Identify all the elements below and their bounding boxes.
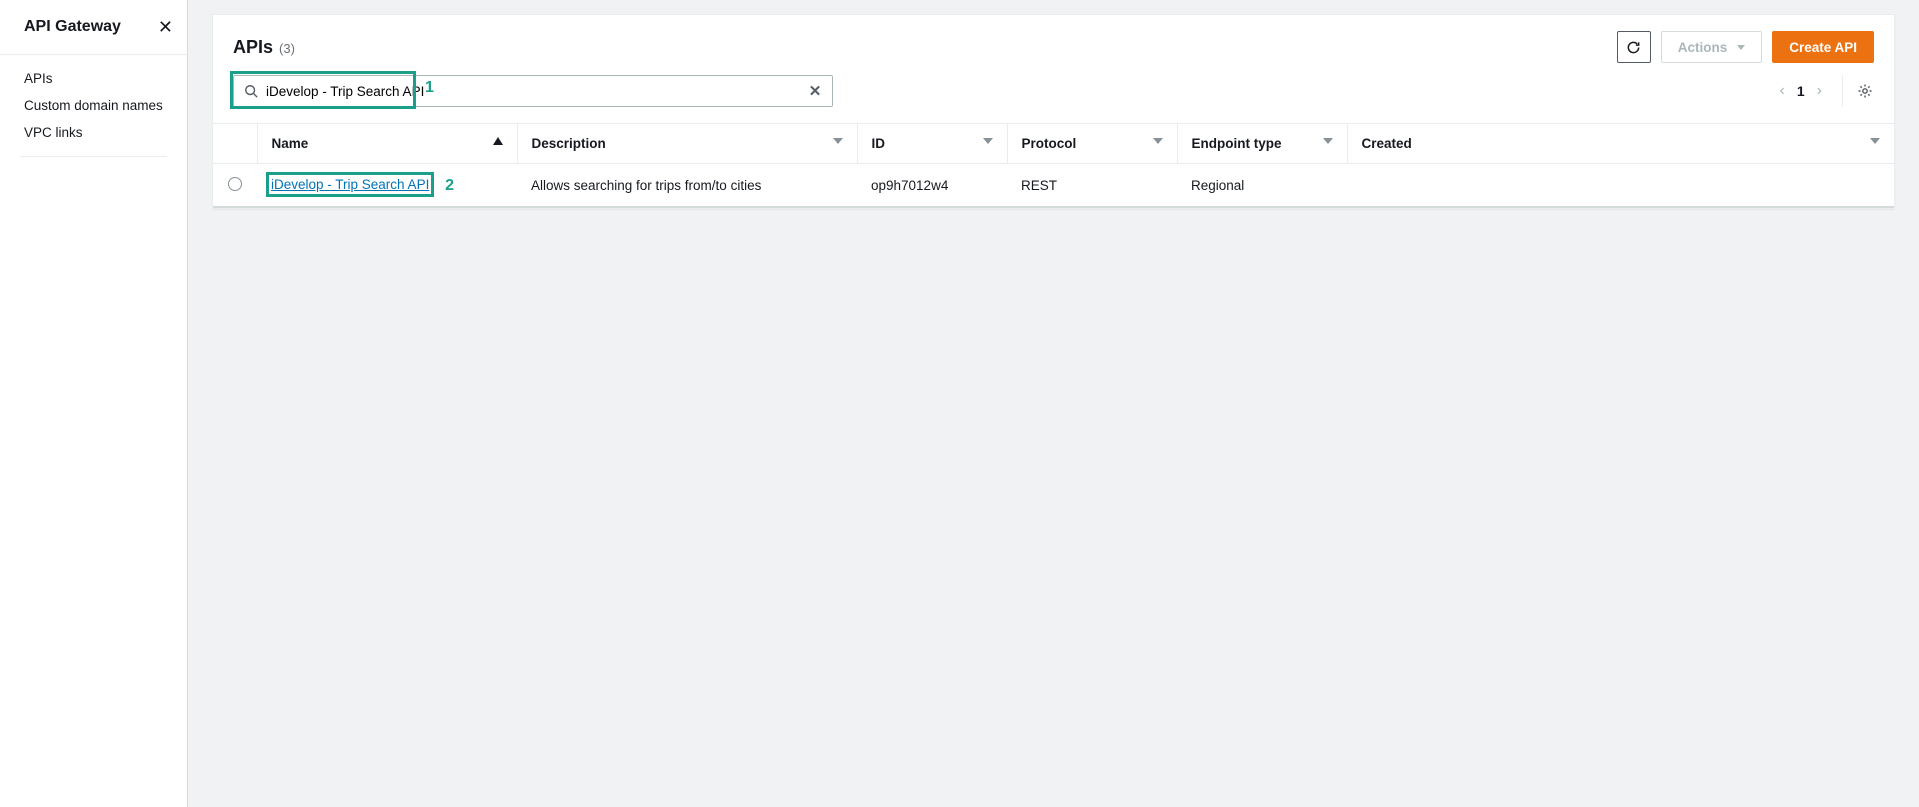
search-input[interactable] bbox=[260, 84, 806, 99]
apis-panel: APIs (3) Actions Create API bbox=[212, 14, 1895, 209]
pagination: ‹ 1 › bbox=[1776, 75, 1874, 107]
apis-table: Name Description ID Protocol bbox=[213, 124, 1894, 208]
main-content: APIs (3) Actions Create API bbox=[188, 0, 1919, 807]
panel-actions: Actions Create API bbox=[1617, 31, 1874, 63]
col-endpoint-label: Endpoint type bbox=[1192, 136, 1282, 151]
gear-icon bbox=[1857, 83, 1873, 99]
create-api-label: Create API bbox=[1789, 40, 1857, 55]
actions-label: Actions bbox=[1678, 40, 1728, 55]
refresh-button[interactable] bbox=[1617, 31, 1651, 63]
panel-title-text: APIs bbox=[233, 37, 273, 58]
next-page-button[interactable]: › bbox=[1813, 78, 1826, 104]
col-created[interactable]: Created bbox=[1347, 124, 1894, 164]
search-row: ✕ 1 ‹ 1 › bbox=[213, 75, 1894, 124]
col-id-label: ID bbox=[872, 136, 886, 151]
table-row: iDevelop - Trip Search API 2 Allows sear… bbox=[213, 164, 1894, 208]
cell-id: op9h7012w4 bbox=[857, 164, 1007, 208]
filter-icon bbox=[1323, 136, 1333, 147]
col-description-label: Description bbox=[532, 136, 606, 151]
panel-count: (3) bbox=[279, 41, 295, 56]
panel-header: APIs (3) Actions Create API bbox=[213, 15, 1894, 75]
actions-button[interactable]: Actions bbox=[1661, 31, 1763, 63]
col-created-label: Created bbox=[1362, 136, 1412, 151]
filter-icon bbox=[833, 136, 843, 147]
annotation-label-1: 1 bbox=[425, 79, 434, 97]
sidebar: API Gateway ✕ APIs Custom domain names V… bbox=[0, 0, 188, 807]
sidebar-title: API Gateway bbox=[24, 18, 121, 36]
cell-name: iDevelop - Trip Search API 2 bbox=[257, 164, 517, 208]
col-description[interactable]: Description bbox=[517, 124, 857, 164]
panel-title: APIs (3) bbox=[233, 37, 295, 58]
sidebar-header: API Gateway ✕ bbox=[0, 0, 187, 55]
row-select[interactable] bbox=[213, 164, 257, 208]
clear-search-icon[interactable]: ✕ bbox=[806, 82, 824, 100]
api-name-link[interactable]: iDevelop - Trip Search API bbox=[271, 177, 429, 192]
col-endpoint[interactable]: Endpoint type bbox=[1177, 124, 1347, 164]
page-number: 1 bbox=[1797, 83, 1805, 99]
prev-page-button[interactable]: ‹ bbox=[1776, 78, 1789, 104]
chevron-down-icon bbox=[1737, 45, 1745, 50]
sidebar-item-custom-domains[interactable]: Custom domain names bbox=[0, 92, 187, 119]
sidebar-divider bbox=[20, 156, 167, 157]
sort-asc-icon bbox=[493, 136, 503, 147]
cell-description: Allows searching for trips from/to citie… bbox=[517, 164, 857, 208]
search-wrap: ✕ 1 bbox=[233, 75, 833, 107]
col-protocol[interactable]: Protocol bbox=[1007, 124, 1177, 164]
close-icon[interactable]: ✕ bbox=[158, 18, 173, 36]
refresh-icon bbox=[1626, 40, 1641, 55]
sidebar-nav: APIs Custom domain names VPC links bbox=[0, 55, 187, 177]
sidebar-item-vpc-links[interactable]: VPC links bbox=[0, 119, 187, 146]
radio-icon bbox=[228, 177, 242, 191]
settings-button[interactable] bbox=[1842, 75, 1874, 107]
cell-created bbox=[1347, 164, 1894, 208]
search-box: ✕ bbox=[233, 75, 833, 107]
filter-icon bbox=[1870, 136, 1880, 147]
filter-icon bbox=[1153, 136, 1163, 147]
col-name-label: Name bbox=[272, 136, 309, 151]
col-id[interactable]: ID bbox=[857, 124, 1007, 164]
cell-endpoint: Regional bbox=[1177, 164, 1347, 208]
col-protocol-label: Protocol bbox=[1022, 136, 1077, 151]
col-name[interactable]: Name bbox=[257, 124, 517, 164]
filter-icon bbox=[983, 136, 993, 147]
search-icon bbox=[242, 84, 260, 98]
sidebar-item-apis[interactable]: APIs bbox=[0, 65, 187, 92]
col-select bbox=[213, 124, 257, 164]
create-api-button[interactable]: Create API bbox=[1772, 31, 1874, 63]
cell-protocol: REST bbox=[1007, 164, 1177, 208]
annotation-label-2: 2 bbox=[445, 177, 454, 194]
